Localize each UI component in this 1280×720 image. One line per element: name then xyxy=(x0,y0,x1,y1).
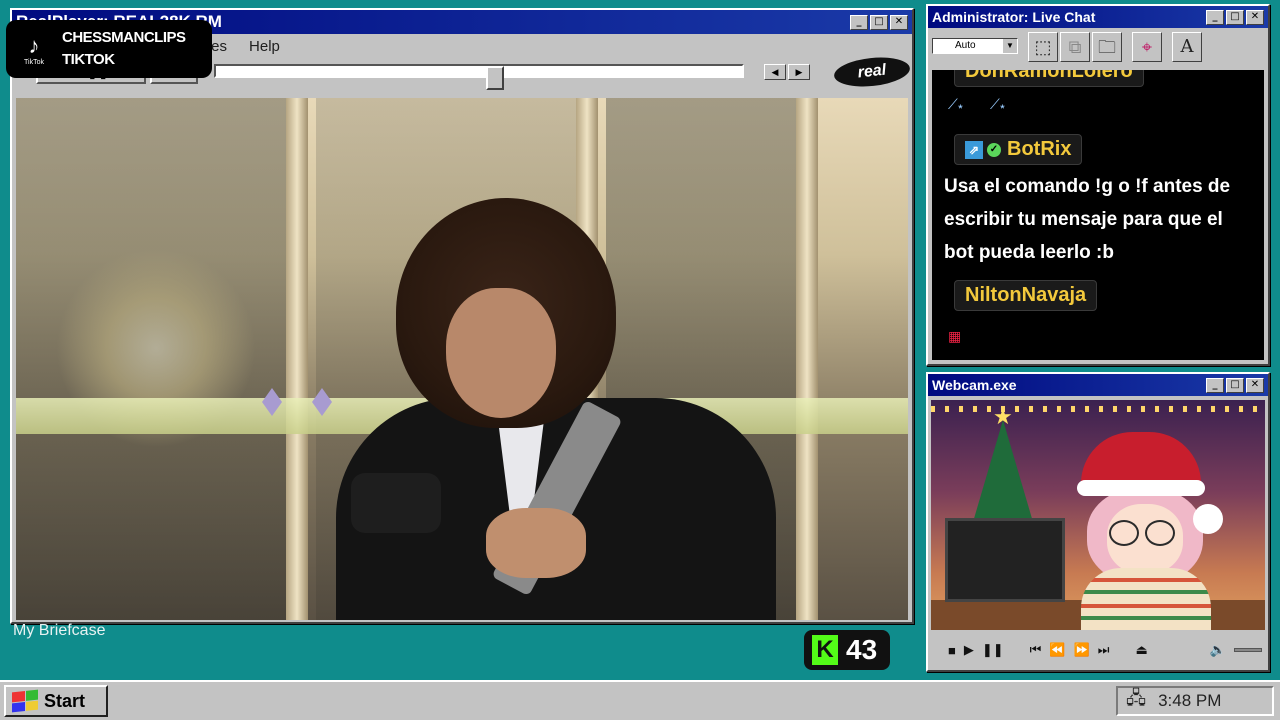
webcam-titlebar[interactable]: Webcam.exe _ □ ✕ xyxy=(928,374,1268,396)
webcam-window: Webcam.exe _ □ ✕ ★ ■ ▶ ❚❚ ⏮ ⏪ ⏩ ⏭ ⏏ 🔈 xyxy=(926,372,1270,672)
door-frame xyxy=(286,98,308,620)
my-briefcase-label[interactable]: My Briefcase xyxy=(13,622,105,640)
target-icon[interactable]: ⌖ xyxy=(1132,32,1162,62)
start-label: Start xyxy=(44,690,86,711)
chat-message-text: Usa el comando !g o !f antes de escribir… xyxy=(944,176,1231,263)
emote-icon: ⟋⁎ xyxy=(948,96,964,112)
kick-viewer-badge: K 43 xyxy=(804,630,890,670)
tiktok-handle: CHESSMANCLIPS xyxy=(62,29,186,46)
folder-icon[interactable]: 🗀 xyxy=(1092,32,1122,62)
door-frame xyxy=(796,98,818,620)
verified-icon: ✓ xyxy=(987,142,1001,157)
start-button[interactable]: Start xyxy=(4,685,108,717)
font-select-value: Auto xyxy=(955,40,976,51)
select-icon[interactable]: ⬚ xyxy=(1028,32,1058,62)
live-chat-window: Administrator: Live Chat _ □ ✕ Auto ▼ ⬚ … xyxy=(926,4,1270,366)
system-tray: 🖧 3:48 PM xyxy=(1116,686,1274,716)
chat-messages[interactable]: DonRamonLolero ⟋⁎ ⟋⁎ ⇗ ✓ BotRix Usa el com… xyxy=(932,70,1264,360)
volume-icon[interactable]: 🔈 xyxy=(1210,642,1226,658)
seek-bar[interactable] xyxy=(214,64,744,90)
chat-username[interactable]: NiltonNavaja xyxy=(954,280,1098,311)
eject-icon[interactable]: ⏏ xyxy=(1135,642,1147,658)
webcam-feed: ★ xyxy=(931,400,1265,630)
menu-item-help[interactable]: Help xyxy=(249,38,280,55)
fast-forward-icon[interactable]: ⏩ xyxy=(1074,642,1090,658)
next-clip-button[interactable]: ▶ xyxy=(788,64,810,80)
avatar-glasses xyxy=(1109,520,1183,546)
maximize-button[interactable]: □ xyxy=(870,14,888,30)
string-lights xyxy=(931,406,1265,412)
minimize-button[interactable]: _ xyxy=(1206,377,1224,393)
chat-username-partial: DonRamonLolero xyxy=(954,70,1144,87)
clock[interactable]: 3:48 PM xyxy=(1158,691,1221,711)
stop-icon[interactable]: ■ xyxy=(948,643,956,658)
kick-icon: K xyxy=(812,635,838,665)
windows-logo-icon xyxy=(12,689,38,713)
network-icon[interactable]: 🖧 xyxy=(1126,686,1146,716)
tiktok-platform: TIKTOK xyxy=(62,51,115,68)
font-select[interactable]: Auto ▼ xyxy=(932,38,1018,54)
real-logo: real xyxy=(832,54,912,90)
emote-icon: ▦ xyxy=(948,328,962,344)
webcam-controls: ■ ▶ ❚❚ ⏮ ⏪ ⏩ ⏭ ⏏ 🔈 xyxy=(932,636,1266,664)
close-button[interactable]: ✕ xyxy=(1246,377,1264,393)
prev-clip-button[interactable]: ◀ xyxy=(764,64,786,80)
person-face xyxy=(446,288,556,418)
webcam-title: Webcam.exe xyxy=(932,377,1017,393)
person-hands xyxy=(486,508,586,578)
play-icon[interactable]: ▶ xyxy=(964,642,974,658)
clip-nav: ◀ ▶ xyxy=(764,64,810,80)
camera-object xyxy=(351,473,441,533)
minimize-button[interactable]: _ xyxy=(850,14,868,30)
chevron-down-icon[interactable]: ▼ xyxy=(1003,39,1017,53)
star-icon: ★ xyxy=(993,404,1013,429)
tiktok-logo-caption: TikTok xyxy=(24,58,44,66)
chat-toolbar: Auto ▼ ⬚ ⧉ 🗀 ⌖ A xyxy=(928,28,1268,68)
tiktok-watermark: ♪ TikTok CHESSMANCLIPS TIKTOK xyxy=(6,20,212,78)
cut-icon[interactable]: ⧉ xyxy=(1060,32,1090,62)
tiktok-icon: ♪ TikTok xyxy=(6,33,62,66)
close-button[interactable]: ✕ xyxy=(890,14,908,30)
video-frame xyxy=(16,98,908,620)
username-niltonnavaja: NiltonNavaja xyxy=(965,284,1087,306)
maximize-button[interactable]: □ xyxy=(1226,377,1244,393)
maximize-button[interactable]: □ xyxy=(1226,9,1244,25)
font-icon[interactable]: A xyxy=(1172,32,1202,62)
emote-icon: ⟋⁎ xyxy=(990,96,1006,112)
minimize-button[interactable]: _ xyxy=(1206,9,1224,25)
taskbar: Start 🖧 3:48 PM xyxy=(0,680,1280,720)
seek-thumb[interactable] xyxy=(486,66,504,90)
bot-icon: ⇗ xyxy=(965,140,983,159)
volume-slider[interactable] xyxy=(1233,648,1262,652)
rewind-icon[interactable]: ⏪ xyxy=(1049,642,1065,658)
santa-hat-pompom xyxy=(1193,504,1223,534)
close-button[interactable]: ✕ xyxy=(1246,9,1264,25)
skip-forward-icon[interactable]: ⏭ xyxy=(1098,642,1110,658)
monitor xyxy=(945,518,1065,602)
chat-titlebar[interactable]: Administrator: Live Chat _ □ ✕ xyxy=(928,6,1268,28)
avatar-sweater xyxy=(1081,568,1211,630)
skip-back-icon[interactable]: ⏮ xyxy=(1030,642,1042,658)
chat-title: Administrator: Live Chat xyxy=(932,9,1096,25)
realplayer-window: RealPlayer: REAL28K.RM _ □ ✕ tes Help ▶ … xyxy=(10,8,914,624)
username-botrix: BotRix xyxy=(1007,138,1072,160)
chat-username[interactable]: ⇗ ✓ BotRix xyxy=(954,134,1083,165)
viewer-count: 43 xyxy=(846,634,878,665)
window-pane xyxy=(16,98,286,620)
pause-icon[interactable]: ❚❚ xyxy=(982,642,1004,658)
santa-hat-band xyxy=(1077,480,1205,496)
